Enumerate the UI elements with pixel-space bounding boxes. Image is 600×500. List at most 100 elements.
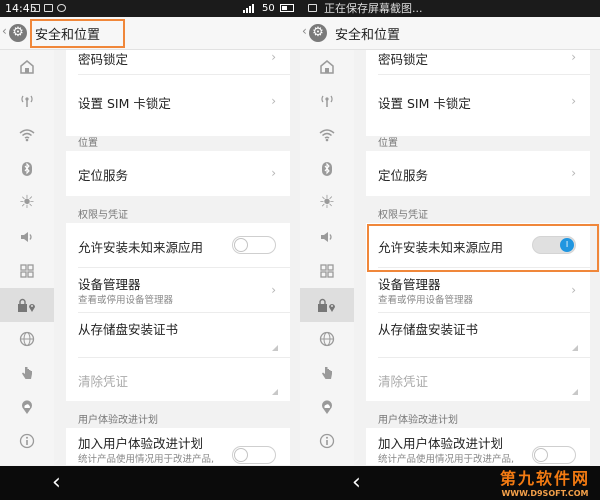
home-icon (319, 56, 335, 77)
globe-icon (19, 328, 35, 349)
sim-lock-row[interactable]: 设置 SIM 卡锁定 › (66, 75, 290, 136)
back-icon[interactable]: ‹ (52, 470, 61, 495)
unknown-sources-row[interactable]: 允许安装未知来源应用 (66, 223, 290, 267)
brightness-icon: ☀ (18, 192, 36, 213)
image-icon (44, 4, 53, 12)
toggle-knob (234, 238, 248, 252)
clear-credentials-row[interactable]: 清除凭证 (366, 358, 590, 401)
corner-indicator-icon (572, 345, 578, 351)
unknown-sources-toggle[interactable] (232, 236, 276, 254)
sidebar-item-bluetooth[interactable] (0, 152, 54, 186)
sidebar-item-security[interactable] (0, 288, 54, 322)
screenshot-saving-notice: 正在保存屏幕截图... (324, 2, 423, 15)
title-bar: ‹ ⚙ 安全和位置 (300, 17, 600, 50)
sidebar-item-home[interactable] (0, 50, 54, 84)
hand-icon (19, 362, 35, 383)
sidebar-item-cloud[interactable] (0, 390, 54, 424)
join-ux-row[interactable]: 加入用户体验改进计划 统计产品使用情况用于改进产品, (366, 428, 590, 465)
back-icon[interactable]: ‹ (352, 470, 361, 495)
battery-level: 50 (262, 3, 275, 14)
sidebar-item-security[interactable] (300, 288, 354, 322)
password-lock-row[interactable]: 密码锁定 › (66, 50, 290, 74)
join-ux-toggle[interactable] (532, 446, 576, 464)
unknown-sources-toggle[interactable]: I (532, 236, 576, 254)
apps-grid-icon (319, 260, 335, 281)
sim-lock-row[interactable]: 设置 SIM 卡锁定 › (366, 75, 590, 136)
sidebar-item-brightness[interactable]: ☀ (0, 186, 54, 220)
status-bar: 正在保存屏幕截图... (300, 0, 600, 17)
password-lock-row[interactable]: 密码锁定 › (366, 50, 590, 74)
clear-credentials-row[interactable]: 清除凭证 (66, 358, 290, 401)
toggle-knob (534, 448, 548, 462)
unknown-sources-row[interactable]: 允许安装未知来源应用 I (366, 223, 590, 267)
cloud-location-icon (19, 396, 35, 417)
sidebar-item-gesture[interactable] (0, 356, 54, 390)
device-admin-row[interactable]: 设备管理器 查看或停用设备管理器 › (66, 268, 290, 312)
chevron-right-icon: › (271, 50, 276, 64)
toggle-knob: I (560, 238, 574, 252)
location-service-row[interactable]: 定位服务 › (66, 151, 290, 196)
row-label: 设备管理器 (378, 277, 441, 292)
sidebar-item-home[interactable] (300, 50, 354, 84)
home-icon (19, 56, 35, 77)
row-sublabel: 统计产品使用情况用于改进产品, (78, 454, 215, 465)
lock-location-icon (17, 294, 37, 315)
toggle-knob (234, 448, 248, 462)
sidebar-item-volume[interactable] (0, 220, 54, 254)
lock-location-icon (317, 294, 337, 315)
sidebar-item-radio[interactable] (0, 84, 54, 118)
permissions-card: 允许安装未知来源应用 设备管理器 查看或停用设备管理器 › 从存储盘安装证书 清… (66, 223, 290, 401)
sidebar-item-wifi[interactable] (300, 118, 354, 152)
sidebar-item-language[interactable] (0, 322, 54, 356)
row-label: 允许安装未知来源应用 (378, 240, 504, 255)
sidebar-item-apps[interactable] (0, 254, 54, 288)
sidebar-item-about[interactable] (300, 424, 354, 458)
sidebar: ☀ (300, 50, 354, 465)
back-chevron-icon[interactable]: ‹ (2, 24, 7, 38)
sidebar-item-language[interactable] (300, 322, 354, 356)
back-chevron-icon[interactable]: ‹ (302, 24, 307, 38)
gear-icon[interactable]: ⚙ (9, 24, 27, 42)
status-bar: 14:45 50 (0, 0, 300, 17)
chevron-right-icon: › (571, 283, 576, 297)
ux-card: 加入用户体验改进计划 统计产品使用情况用于改进产品, (366, 428, 590, 465)
permissions-card: 允许安装未知来源应用 I 设备管理器 查看或停用设备管理器 › 从存储盘安装证书… (366, 223, 590, 401)
row-label: 加入用户体验改进计划 (78, 436, 204, 451)
page-title: 安全和位置 (35, 28, 101, 43)
sidebar-item-cloud[interactable] (300, 390, 354, 424)
sidebar-item-radio[interactable] (300, 84, 354, 118)
radio-icon (319, 90, 335, 111)
sidebar-item-apps[interactable] (300, 254, 354, 288)
wifi-icon (319, 124, 335, 145)
sidebar-item-brightness[interactable]: ☀ (300, 186, 354, 220)
location-card: 定位服务 › (366, 151, 590, 196)
sidebar-item-volume[interactable] (300, 220, 354, 254)
bluetooth-icon (19, 158, 35, 179)
location-card: 定位服务 › (66, 151, 290, 196)
row-label: 密码锁定 (378, 52, 429, 67)
row-label: 清除凭证 (78, 374, 129, 389)
gear-icon[interactable]: ⚙ (309, 24, 327, 42)
image-icon (308, 4, 317, 12)
sidebar-item-gesture[interactable] (300, 356, 354, 390)
row-label: 设置 SIM 卡锁定 (378, 96, 471, 111)
navigation-bar: ‹ (0, 466, 300, 500)
corner-indicator-icon (272, 345, 278, 351)
install-cert-row[interactable]: 从存储盘安装证书 (66, 313, 290, 357)
image-icon (31, 4, 40, 12)
chevron-right-icon: › (271, 283, 276, 297)
section-header-permissions: 权限与凭证 (378, 210, 428, 221)
location-service-row[interactable]: 定位服务 › (366, 151, 590, 196)
join-ux-toggle[interactable] (232, 446, 276, 464)
sidebar-item-bluetooth[interactable] (300, 152, 354, 186)
row-label: 定位服务 (78, 168, 129, 183)
chevron-right-icon: › (571, 166, 576, 180)
section-header-ux: 用户体验改进计划 (78, 415, 158, 426)
join-ux-row[interactable]: 加入用户体验改进计划 统计产品使用情况用于改进产品, (66, 428, 290, 465)
weibo-icon (57, 4, 66, 12)
sidebar-item-about[interactable] (0, 424, 54, 458)
signal-icon (243, 4, 257, 13)
install-cert-row[interactable]: 从存储盘安装证书 (366, 313, 590, 357)
device-admin-row[interactable]: 设备管理器 查看或停用设备管理器 › (366, 268, 590, 312)
sidebar-item-wifi[interactable] (0, 118, 54, 152)
